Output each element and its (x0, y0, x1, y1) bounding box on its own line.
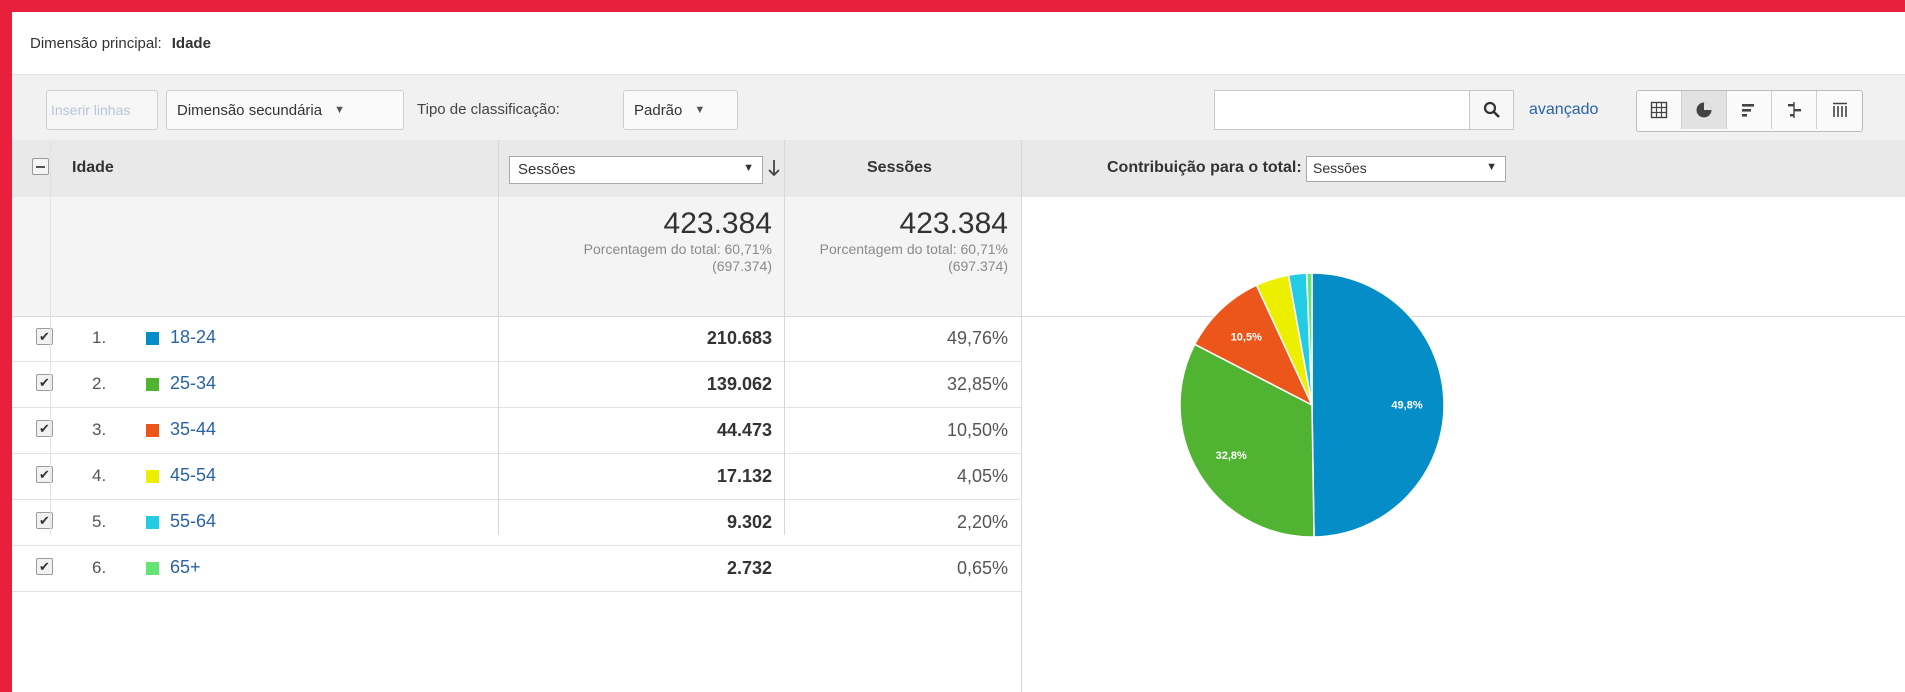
row-dimension-link[interactable]: 35-44 (170, 419, 216, 440)
metric-total-cell: 423.384 Porcentagem do total: 60,71% (69… (506, 207, 772, 275)
legend-swatch (146, 378, 159, 391)
table-row: ✔ 1. 18-24 210.683 49,76% (12, 316, 1021, 362)
sessions-total-value: 423.384 (899, 207, 1008, 240)
analytics-report-panel: Dimensão principal: Idade Inserir linhas… (12, 12, 1905, 692)
chart-header-space (1022, 197, 1905, 316)
select-all-checkbox[interactable] (32, 158, 49, 175)
row-sessions-value: 9.302 (726, 512, 772, 532)
table-row: ✔ 2. 25-34 139.062 32,85% (12, 362, 1021, 408)
pivot-view-button[interactable] (1817, 91, 1862, 129)
search-button[interactable] (1470, 90, 1514, 130)
chevron-down-icon: ▼ (1486, 161, 1497, 173)
row-dimension-link[interactable]: 65+ (170, 557, 201, 578)
minus-icon (36, 166, 45, 168)
sort-type-dropdown[interactable]: Padrão ▼ (623, 90, 738, 130)
table-row: ✔ 4. 45-54 17.132 4,05% (12, 454, 1021, 500)
pie-view-button[interactable] (1682, 91, 1727, 129)
comparison-view-button[interactable] (1772, 91, 1817, 129)
search-input[interactable] (1214, 90, 1470, 130)
row-percent-value: 4,05% (956, 466, 1008, 486)
row-percent-value: 2,20% (956, 512, 1008, 532)
chevron-down-icon: ▼ (334, 104, 345, 116)
advanced-search-link[interactable]: avançado (1529, 101, 1598, 119)
row-percent-value: 10,50% (946, 420, 1008, 440)
legend-swatch (146, 332, 159, 345)
primary-dimension-label: Dimensão principal: (30, 34, 162, 52)
pie-view-icon (1696, 102, 1712, 118)
row-percent-value: 49,76% (946, 328, 1008, 348)
divider (50, 140, 51, 535)
bar-view-button[interactable] (1727, 91, 1772, 129)
sort-type-label: Tipo de classificação: (417, 101, 560, 118)
primary-dimension-value[interactable]: Idade (172, 35, 211, 52)
table-header-row: Idade Sessões ▼ Sessões Contribuição par… (12, 140, 1905, 197)
search-icon (1483, 101, 1500, 118)
row-dimension-link[interactable]: 55-64 (170, 511, 216, 532)
pivot-view-icon (1832, 102, 1847, 117)
row-sessions-value: 44.473 (716, 420, 772, 440)
sessions-total-percentage: Porcentagem do total: 60,71% (819, 241, 1008, 257)
pie-slice-label: 49,8% (1391, 399, 1422, 411)
divider (1021, 140, 1022, 692)
pie-chart: 49,8% 32,8% 10,5% (1179, 272, 1445, 538)
pie-slice-label: 32,8% (1216, 450, 1247, 462)
metric-total-percentage: Porcentagem do total: 60,71% (583, 241, 772, 257)
legend-swatch (146, 562, 159, 575)
chevron-down-icon: ▼ (743, 162, 754, 174)
metric-select[interactable]: Sessões ▼ (509, 156, 763, 184)
row-number: 3. (92, 420, 107, 439)
sort-type-value: Padrão (634, 101, 683, 119)
totals-row: 423.384 Porcentagem do total: 60,71% (69… (12, 197, 1905, 317)
dimension-column-header[interactable]: Idade (72, 159, 114, 177)
secondary-dimension-label: Dimensão secundária (177, 101, 323, 119)
row-number: 4. (92, 466, 107, 485)
legend-swatch (146, 424, 159, 437)
chevron-down-icon: ▼ (694, 104, 706, 116)
legend-swatch (146, 470, 159, 483)
row-number: 6. (92, 558, 107, 577)
secondary-dimension-dropdown[interactable]: Dimensão secundária ▼ (166, 90, 404, 130)
row-dimension-link[interactable]: 18-24 (170, 327, 216, 348)
row-percent-value: 32,85% (946, 374, 1008, 394)
row-sessions-value: 210.683 (706, 328, 772, 348)
divider (498, 140, 499, 535)
pie-slice-label: 10,5% (1231, 331, 1262, 343)
table-view-icon (1650, 101, 1668, 119)
sort-arrow-down-icon[interactable] (766, 158, 782, 178)
table-view-button[interactable] (1637, 91, 1682, 129)
row-checkbox[interactable]: ✔ (36, 558, 53, 575)
bar-view-icon (1742, 104, 1754, 117)
contribution-select[interactable]: Sessões ▼ (1306, 156, 1506, 182)
row-number: 2. (92, 374, 107, 393)
metric-select-value: Sessões (518, 161, 576, 178)
legend-swatch (146, 516, 159, 529)
sessions-total-cell: 423.384 Porcentagem do total: 60,71% (69… (792, 207, 1008, 275)
report-toolbar: Inserir linhas Dimensão secundária ▼ Tip… (12, 74, 1905, 141)
row-number: 5. (92, 512, 107, 531)
row-sessions-value: 2.732 (726, 558, 772, 578)
row-dimension-link[interactable]: 25-34 (170, 373, 216, 394)
table-row: ✔ 6. 65+ 2.732 0,65% (12, 546, 1021, 592)
contribution-select-value: Sessões (1313, 160, 1367, 176)
metric-total-overall: (697.374) (712, 258, 772, 274)
divider (784, 140, 785, 535)
table-row: ✔ 5. 55-64 9.302 2,20% (12, 500, 1021, 546)
contribution-label: Contribuição para o total: (1107, 159, 1302, 176)
row-sessions-value: 139.062 (706, 374, 772, 394)
row-percent-value: 0,65% (956, 558, 1008, 578)
primary-dimension-bar: Dimensão principal: Idade (12, 12, 1905, 74)
table-row: ✔ 3. 35-44 44.473 10,50% (12, 408, 1021, 454)
row-number: 1. (92, 328, 107, 347)
metric-total-value: 423.384 (663, 207, 772, 240)
view-switcher (1636, 90, 1863, 132)
insert-rows-button[interactable]: Inserir linhas (46, 90, 158, 130)
sessions-column-header[interactable]: Sessões (867, 159, 932, 177)
comparison-view-icon (1788, 102, 1801, 118)
row-sessions-value: 17.132 (716, 466, 772, 486)
row-dimension-link[interactable]: 45-54 (170, 465, 216, 486)
pie-slice-18-24[interactable] (1311, 272, 1445, 538)
sessions-total-overall: (697.374) (948, 258, 1008, 274)
